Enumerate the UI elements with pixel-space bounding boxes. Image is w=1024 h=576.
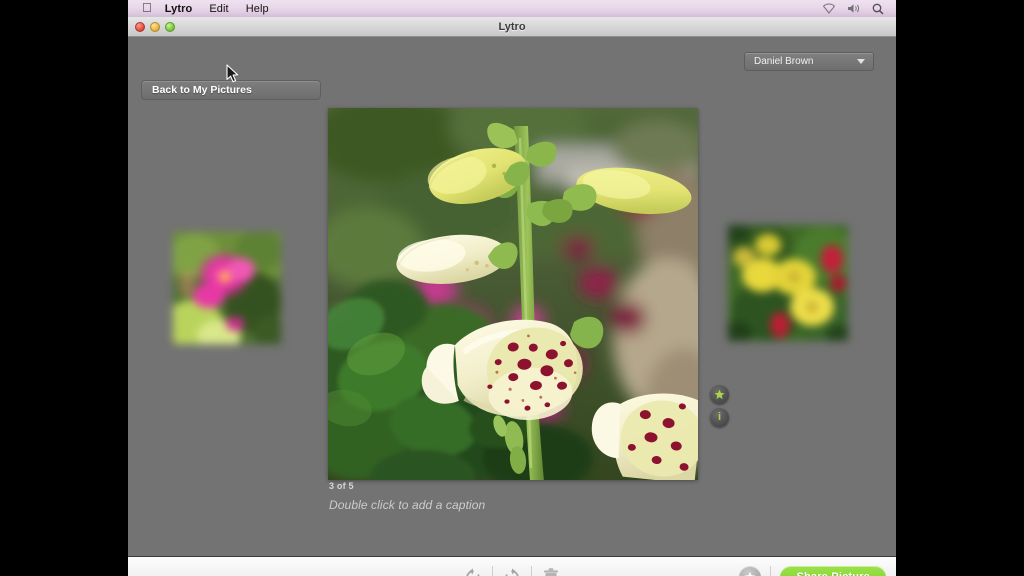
- screen-root:  Lytro Edit Help: [0, 0, 1024, 576]
- minimize-button[interactable]: [150, 22, 160, 32]
- user-account-dropdown[interactable]: Daniel Brown: [744, 52, 874, 71]
- star-icon: [714, 389, 725, 400]
- thumbnail-next[interactable]: [728, 225, 848, 341]
- info-overlay[interactable]: i: [710, 408, 729, 427]
- os-menu-bar:  Lytro Edit Help: [128, 0, 896, 17]
- back-to-my-pictures-button[interactable]: Back to My Pictures: [141, 80, 321, 100]
- zoom-button[interactable]: [165, 22, 175, 32]
- toolbar-separator-3: [770, 566, 771, 576]
- thumbnail-previous[interactable]: [173, 232, 281, 344]
- volume-icon[interactable]: [847, 3, 861, 14]
- letterbox-left: [0, 0, 128, 576]
- user-account-name: Daniel Brown: [754, 56, 857, 67]
- rotate-right-button[interactable]: [493, 562, 531, 576]
- favorite-star-overlay[interactable]: [710, 385, 729, 404]
- trash-icon: [542, 567, 560, 576]
- spotlight-search-icon[interactable]: [872, 3, 884, 15]
- star-icon: [744, 571, 756, 576]
- favorite-button[interactable]: [739, 566, 761, 576]
- info-icon: i: [718, 412, 721, 423]
- menu-item-lytro[interactable]: Lytro: [165, 3, 193, 15]
- image-counter: 3 of 5: [329, 481, 698, 491]
- menu-item-edit[interactable]: Edit: [209, 3, 228, 15]
- apple-logo-icon[interactable]: : [142, 1, 152, 14]
- lytro-application-window: Lytro Daniel Brown Back to My Pictures: [128, 17, 896, 576]
- main-photo[interactable]: [328, 108, 698, 480]
- toolbar-center-group: [454, 562, 570, 576]
- rotate-left-icon: [463, 567, 483, 576]
- chevron-down-icon: [857, 59, 865, 64]
- letterbox-right: [896, 0, 1024, 576]
- menu-bar-status-area: [822, 3, 884, 15]
- wifi-icon[interactable]: [822, 3, 836, 14]
- window-controls: [135, 22, 175, 32]
- back-button-label: Back to My Pictures: [152, 84, 252, 96]
- window-title: Lytro: [128, 21, 896, 33]
- window-title-bar[interactable]: Lytro: [128, 17, 896, 37]
- menu-item-help[interactable]: Help: [246, 3, 269, 15]
- caption-block: 3 of 5 Double click to add a caption: [328, 481, 698, 512]
- bottom-toolbar: Share Picture: [128, 556, 896, 576]
- rotate-right-icon: [502, 567, 522, 576]
- rotate-left-button[interactable]: [454, 562, 492, 576]
- close-button[interactable]: [135, 22, 145, 32]
- caption-placeholder[interactable]: Double click to add a caption: [329, 498, 698, 512]
- share-picture-button[interactable]: Share Picture: [780, 566, 886, 576]
- delete-button[interactable]: [532, 562, 570, 576]
- toolbar-right-group: Share Picture: [739, 566, 886, 576]
- share-button-label: Share Picture: [796, 571, 870, 576]
- app-content-area: Daniel Brown Back to My Pictures: [128, 37, 896, 556]
